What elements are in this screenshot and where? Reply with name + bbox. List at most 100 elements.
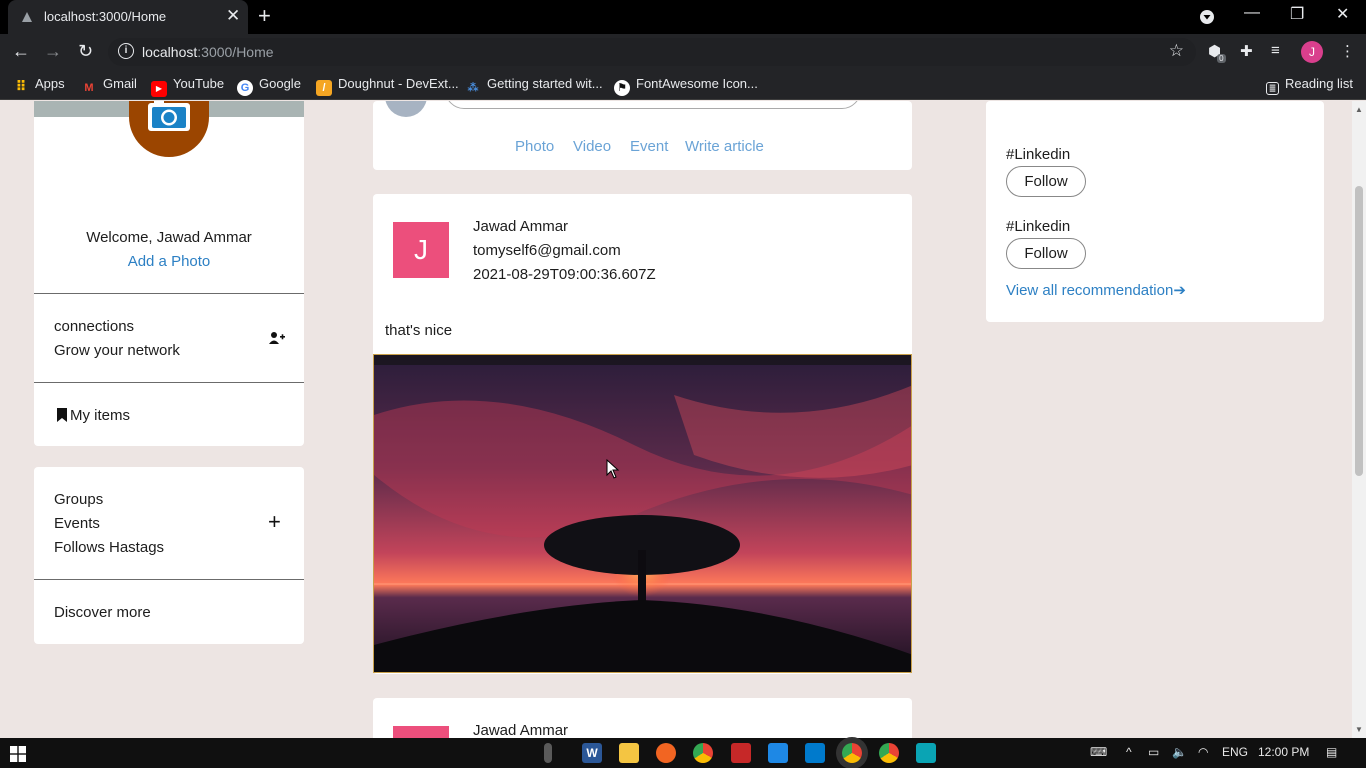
hashtag-label: #Linkedin: [1006, 218, 1071, 235]
divider: [34, 293, 304, 294]
bookmark-getting-started[interactable]: ⁂ Getting started wit...: [465, 76, 602, 96]
camera-icon[interactable]: [146, 101, 192, 133]
grow-network-label[interactable]: Grow your network: [54, 342, 180, 359]
start-post-input[interactable]: [445, 101, 861, 109]
bookmark-apps[interactable]: ⠿ Apps: [13, 76, 65, 94]
mic-app-icon[interactable]: [544, 743, 552, 763]
profile-avatar[interactable]: J: [1301, 41, 1323, 63]
post-author-name: Jawad Ammar: [473, 218, 569, 235]
reading-list-icon: ≣: [1266, 82, 1279, 95]
clock[interactable]: 12:00 PM: [1258, 745, 1309, 759]
chrome-icon[interactable]: [879, 743, 899, 763]
page-viewport: Welcome, Jawad Ammar Add a Photo connect…: [0, 101, 1352, 738]
vscode-icon[interactable]: [805, 743, 825, 763]
discover-more-link[interactable]: Discover more: [54, 604, 151, 621]
new-tab-icon[interactable]: +: [258, 3, 271, 29]
reading-list[interactable]: ≣ Reading list: [1266, 76, 1353, 95]
bookmark-doughnut[interactable]: / Doughnut - DevExt...: [316, 76, 459, 96]
bookmark-youtube[interactable]: ▶ YouTube: [151, 76, 224, 97]
post-author-email: tomyself6@gmail.com: [473, 242, 621, 259]
favicon-icon: [22, 12, 32, 22]
divider: [34, 579, 304, 580]
tab-search-icon[interactable]: [1199, 9, 1215, 25]
google-icon: G: [237, 80, 253, 96]
post-composer: Photo Video Event Write article: [373, 101, 912, 170]
notifications-icon[interactable]: ▤: [1326, 745, 1337, 759]
url-text: localhost:3000/Home: [142, 44, 274, 60]
keyboard-icon[interactable]: ⌨: [1090, 745, 1107, 759]
post-author-avatar[interactable]: [393, 726, 449, 738]
chrome-icon[interactable]: [693, 743, 713, 763]
sunset-tree-image: [374, 355, 911, 672]
forward-icon[interactable]: →: [44, 41, 62, 62]
mouse-cursor-icon: [606, 459, 620, 479]
follow-button[interactable]: Follow: [1006, 238, 1086, 269]
event-button[interactable]: Event: [630, 138, 668, 155]
tab-home[interactable]: localhost:3000/Home ✕: [8, 0, 248, 34]
youtube-icon: ▶: [151, 81, 167, 97]
minimize-icon[interactable]: —: [1244, 4, 1260, 22]
video-button[interactable]: Video: [573, 138, 611, 155]
follows-hashtags-link[interactable]: Follows Hastags: [54, 539, 164, 556]
fontawesome-icon: ⚑: [614, 80, 630, 96]
close-window-icon[interactable]: ✕: [1336, 4, 1349, 24]
page-scrollbar[interactable]: ▲ ▼: [1352, 101, 1366, 738]
battery-icon[interactable]: ▭: [1148, 745, 1159, 759]
tab-strip: localhost:3000/Home ✕ + — ❐ ✕: [0, 0, 1366, 34]
bookmark-gmail[interactable]: M Gmail: [81, 76, 137, 96]
post-card: Jawad Ammar: [373, 698, 912, 738]
follow-button[interactable]: Follow: [1006, 166, 1086, 197]
site-info-icon[interactable]: i: [118, 43, 134, 59]
close-tab-icon[interactable]: ✕: [226, 6, 240, 26]
extensions-puzzle-icon[interactable]: ✚: [1240, 42, 1253, 60]
groups-card: Groups Events + Follows Hastags Discover…: [34, 467, 304, 644]
add-person-icon[interactable]: [269, 331, 285, 345]
chrome-active-icon[interactable]: [842, 743, 862, 763]
browser-toolbar: ← → ↻ i localhost:3000/Home ☆ ⬢0 ✚ ≡ J ⋮: [0, 34, 1366, 69]
restore-icon[interactable]: ❐: [1290, 4, 1304, 24]
app-red-icon[interactable]: [731, 743, 751, 763]
apps-grid-icon: ⠿: [15, 78, 27, 94]
gmail-icon: M: [84, 82, 94, 94]
my-items-link[interactable]: My items: [70, 407, 130, 424]
reload-icon[interactable]: ↻: [78, 41, 93, 62]
remote-desktop-icon[interactable]: [768, 743, 788, 763]
post-author-name: Jawad Ammar: [473, 722, 569, 738]
file-explorer-icon[interactable]: [619, 743, 639, 763]
menu-kebab-icon[interactable]: ⋮: [1340, 42, 1355, 60]
write-article-button[interactable]: Write article: [685, 138, 764, 155]
bookmark-google[interactable]: G Google: [237, 76, 301, 96]
scrollbar-thumb[interactable]: [1355, 186, 1363, 476]
chevron-up-icon[interactable]: ^: [1126, 745, 1132, 759]
bookmark-star-icon[interactable]: ☆: [1169, 41, 1184, 61]
teams-icon[interactable]: [916, 743, 936, 763]
extension-shield-icon[interactable]: ⬢0: [1208, 42, 1230, 63]
events-link[interactable]: Events: [54, 515, 100, 532]
hashtag-label: #Linkedin: [1006, 146, 1071, 163]
connections-label[interactable]: connections: [54, 318, 134, 335]
media-control-icon[interactable]: ≡: [1271, 42, 1280, 59]
bookmarks-bar: ⠿ Apps M Gmail ▶ YouTube G Google / Doughnut …: [0, 69, 1366, 100]
post-card: J Jawad Ammar tomyself6@gmail.com 2021-0…: [373, 194, 912, 674]
back-icon[interactable]: ←: [12, 41, 30, 62]
view-all-recommendations-link[interactable]: View all recommendation➔: [1006, 281, 1186, 299]
post-image[interactable]: [373, 354, 912, 673]
photo-button[interactable]: Photo: [515, 138, 554, 155]
language-indicator[interactable]: ENG: [1222, 745, 1248, 759]
app-orange-icon[interactable]: [656, 743, 676, 763]
windows-start-icon[interactable]: [10, 746, 26, 762]
address-bar[interactable]: i localhost:3000/Home ☆: [108, 38, 1196, 66]
volume-icon[interactable]: 🔈: [1172, 745, 1187, 759]
add-plus-icon[interactable]: +: [268, 509, 281, 535]
devextreme-icon: /: [316, 80, 332, 96]
bookmark-fontawesome[interactable]: ⚑ FontAwesome Icon...: [614, 76, 758, 96]
scroll-down-icon[interactable]: ▼: [1355, 725, 1363, 734]
post-author-avatar[interactable]: J: [393, 222, 449, 278]
groups-link[interactable]: Groups: [54, 491, 103, 508]
word-icon[interactable]: W: [582, 743, 602, 763]
recommendations-card: #Linkedin Follow #Linkedin Follow View a…: [986, 101, 1324, 322]
wifi-icon[interactable]: ◠: [1198, 745, 1208, 759]
composer-avatar: [385, 101, 427, 117]
add-photo-link[interactable]: Add a Photo: [34, 253, 304, 270]
scroll-up-icon[interactable]: ▲: [1355, 105, 1363, 114]
